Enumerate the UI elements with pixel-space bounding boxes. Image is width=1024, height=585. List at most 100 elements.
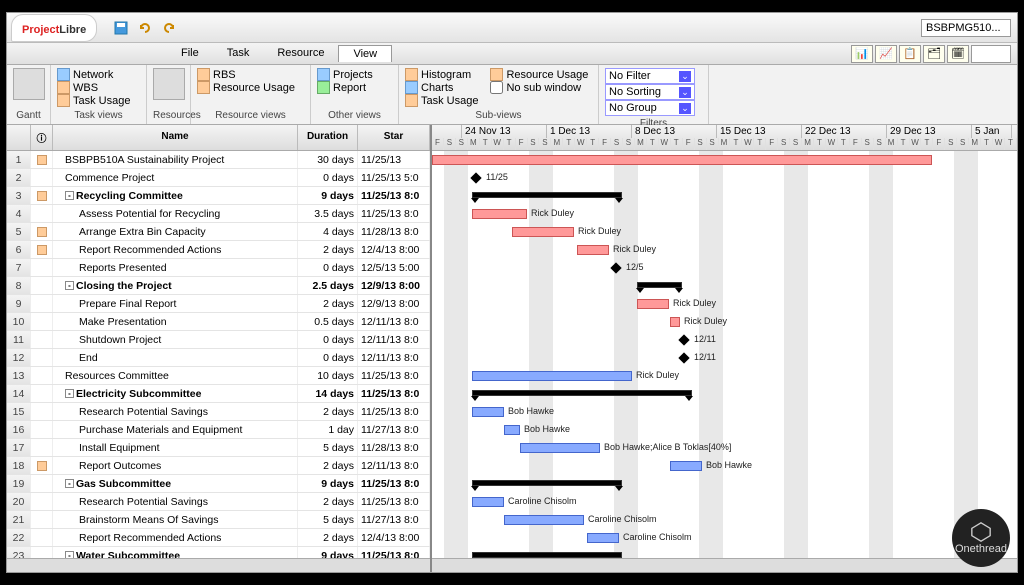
table-row[interactable]: 5Arrange Extra Bin Capacity4 days11/28/1… [7,223,430,241]
gantt-bar[interactable] [472,497,504,507]
bar-label: Rick Duley [684,316,727,326]
toolbar-field[interactable] [971,45,1011,63]
table-row[interactable]: 3-Recycling Committee9 days11/25/13 8:0 [7,187,430,205]
network-btn[interactable]: Network [57,68,140,81]
milestone-icon[interactable] [470,172,481,183]
table-row[interactable]: 1BSBPB510A Sustainability Project30 days… [7,151,430,169]
note-icon [37,191,47,201]
table-row[interactable]: 19-Gas Subcommittee9 days11/25/13 8:0 [7,475,430,493]
menu-resource[interactable]: Resource [263,45,338,62]
menu-file[interactable]: File [167,45,213,62]
bar-label: Rick Duley [613,244,656,254]
note-icon [37,227,47,237]
menubar: FileTaskResourceView 📊 📈 📋 🗂 🗓 [7,43,1017,65]
bar-label: Bob Hawke;Alice B Toklas[40%] [604,442,731,452]
milestone-icon[interactable] [678,352,689,363]
table-row[interactable]: 2Commence Project0 days11/25/13 5:0 [7,169,430,187]
gantt-bar[interactable] [637,299,669,309]
app-window: ProjectLibre FileTaskResourceView 📊 📈 📋 … [6,12,1018,573]
gantt-bar[interactable] [472,192,622,198]
table-row[interactable]: 4Assess Potential for Recycling3.5 days1… [7,205,430,223]
table-row[interactable]: 16Purchase Materials and Equipment1 day1… [7,421,430,439]
resusage-btn[interactable]: Resource Usage [197,81,304,94]
gantt-bar[interactable] [472,552,622,558]
toolbar-btn-4[interactable]: 🗂 [923,45,945,63]
table-row[interactable]: 13Resources Committee10 days11/25/13 8:0 [7,367,430,385]
table-row[interactable]: 23-Water Subcommittee9 days11/25/13 8:0 [7,547,430,558]
gantt-bar[interactable] [512,227,574,237]
sort-select[interactable]: No Sorting⌄ [605,84,695,100]
menu-task[interactable]: Task [213,45,264,62]
save-icon[interactable] [113,20,129,36]
table-row[interactable]: 7Reports Presented0 days12/5/13 5:00 [7,259,430,277]
toolbar-btn-1[interactable]: 📊 [851,45,873,63]
toolbar-btn-3[interactable]: 📋 [899,45,921,63]
gantt-bar[interactable] [587,533,619,543]
table-row[interactable]: 8-Closing the Project2.5 days12/9/13 8:0… [7,277,430,295]
table-row[interactable]: 18Report Outcomes2 days12/11/13 8:0 [7,457,430,475]
milestone-icon[interactable] [678,334,689,345]
gantt-button[interactable] [13,68,45,100]
resusage2-btn[interactable]: Resource Usage [490,68,588,81]
task-grid: ⓘ Name Duration Star 1BSBPB510A Sustaina… [7,125,432,572]
report-btn[interactable]: Report [317,81,392,94]
bar-label: Rick Duley [578,226,621,236]
gantt-bar[interactable] [504,515,584,525]
toolbar-btn-5[interactable]: 🗓 [947,45,969,63]
filter-select[interactable]: No Filter⌄ [605,68,695,84]
toolbar-btn-2[interactable]: 📈 [875,45,897,63]
table-row[interactable]: 11Shutdown Project0 days12/11/13 8:0 [7,331,430,349]
nosub-chk[interactable]: No sub window [490,81,588,94]
bar-label: Bob Hawke [706,460,752,470]
h-scrollbar-right[interactable] [432,558,1017,572]
histogram-btn[interactable]: Histogram [405,68,478,81]
gantt-chart: 24 Nov 131 Dec 138 Dec 1315 Dec 1322 Dec… [432,125,1017,572]
table-row[interactable]: 21Brainstorm Means Of Savings5 days11/27… [7,511,430,529]
gantt-bar[interactable] [472,390,692,396]
note-icon [37,245,47,255]
table-row[interactable]: 22Report Recommended Actions2 days12/4/1… [7,529,430,547]
redo-icon[interactable] [161,20,177,36]
bar-label: Bob Hawke [524,424,570,434]
gantt-bar[interactable] [472,209,527,219]
gantt-bar[interactable] [472,407,504,417]
charts-btn[interactable]: Charts [405,81,478,94]
gantt-bar[interactable] [577,245,609,255]
bar-label: Rick Duley [636,370,679,380]
bar-label: Bob Hawke [508,406,554,416]
bar-label: Caroline Chisolm [588,514,657,524]
grid-header: ⓘ Name Duration Star [7,125,430,151]
menu-view[interactable]: View [338,45,392,62]
watermark-logo: Onethread [952,509,1010,567]
taskusage-btn[interactable]: Task Usage [57,94,140,107]
table-row[interactable]: 14-Electricity Subcommittee14 days11/25/… [7,385,430,403]
project-name-field[interactable] [921,19,1011,37]
gantt-bar[interactable] [472,480,622,486]
gantt-bar[interactable] [670,317,680,327]
table-row[interactable]: 6Report Recommended Actions2 days12/4/13… [7,241,430,259]
h-scrollbar-left[interactable] [7,558,430,572]
gantt-bar[interactable] [504,425,520,435]
gantt-bar[interactable] [670,461,702,471]
bar-label: Caroline Chisolm [508,496,577,506]
gantt-bar[interactable] [520,443,600,453]
group-select[interactable]: No Group⌄ [605,100,695,116]
resources-button[interactable] [153,68,185,100]
table-row[interactable]: 10Make Presentation0.5 days12/11/13 8:0 [7,313,430,331]
table-row[interactable]: 17Install Equipment5 days11/28/13 8:0 [7,439,430,457]
gantt-bar[interactable] [432,155,932,165]
undo-icon[interactable] [137,20,153,36]
table-row[interactable]: 15Research Potential Savings2 days11/25/… [7,403,430,421]
gantt-bar[interactable] [472,371,632,381]
titlebar: ProjectLibre [7,13,1017,43]
table-row[interactable]: 12End0 days12/11/13 8:0 [7,349,430,367]
table-row[interactable]: 20Research Potential Savings2 days11/25/… [7,493,430,511]
projects-btn[interactable]: Projects [317,68,392,81]
taskusage2-btn[interactable]: Task Usage [405,94,478,107]
wbs-btn[interactable]: WBS [57,81,140,94]
gantt-bar[interactable] [637,282,682,288]
table-row[interactable]: 9Prepare Final Report2 days12/9/13 8:00 [7,295,430,313]
rbs-btn[interactable]: RBS [197,68,304,81]
logo: ProjectLibre [11,14,97,42]
milestone-icon[interactable] [610,262,621,273]
